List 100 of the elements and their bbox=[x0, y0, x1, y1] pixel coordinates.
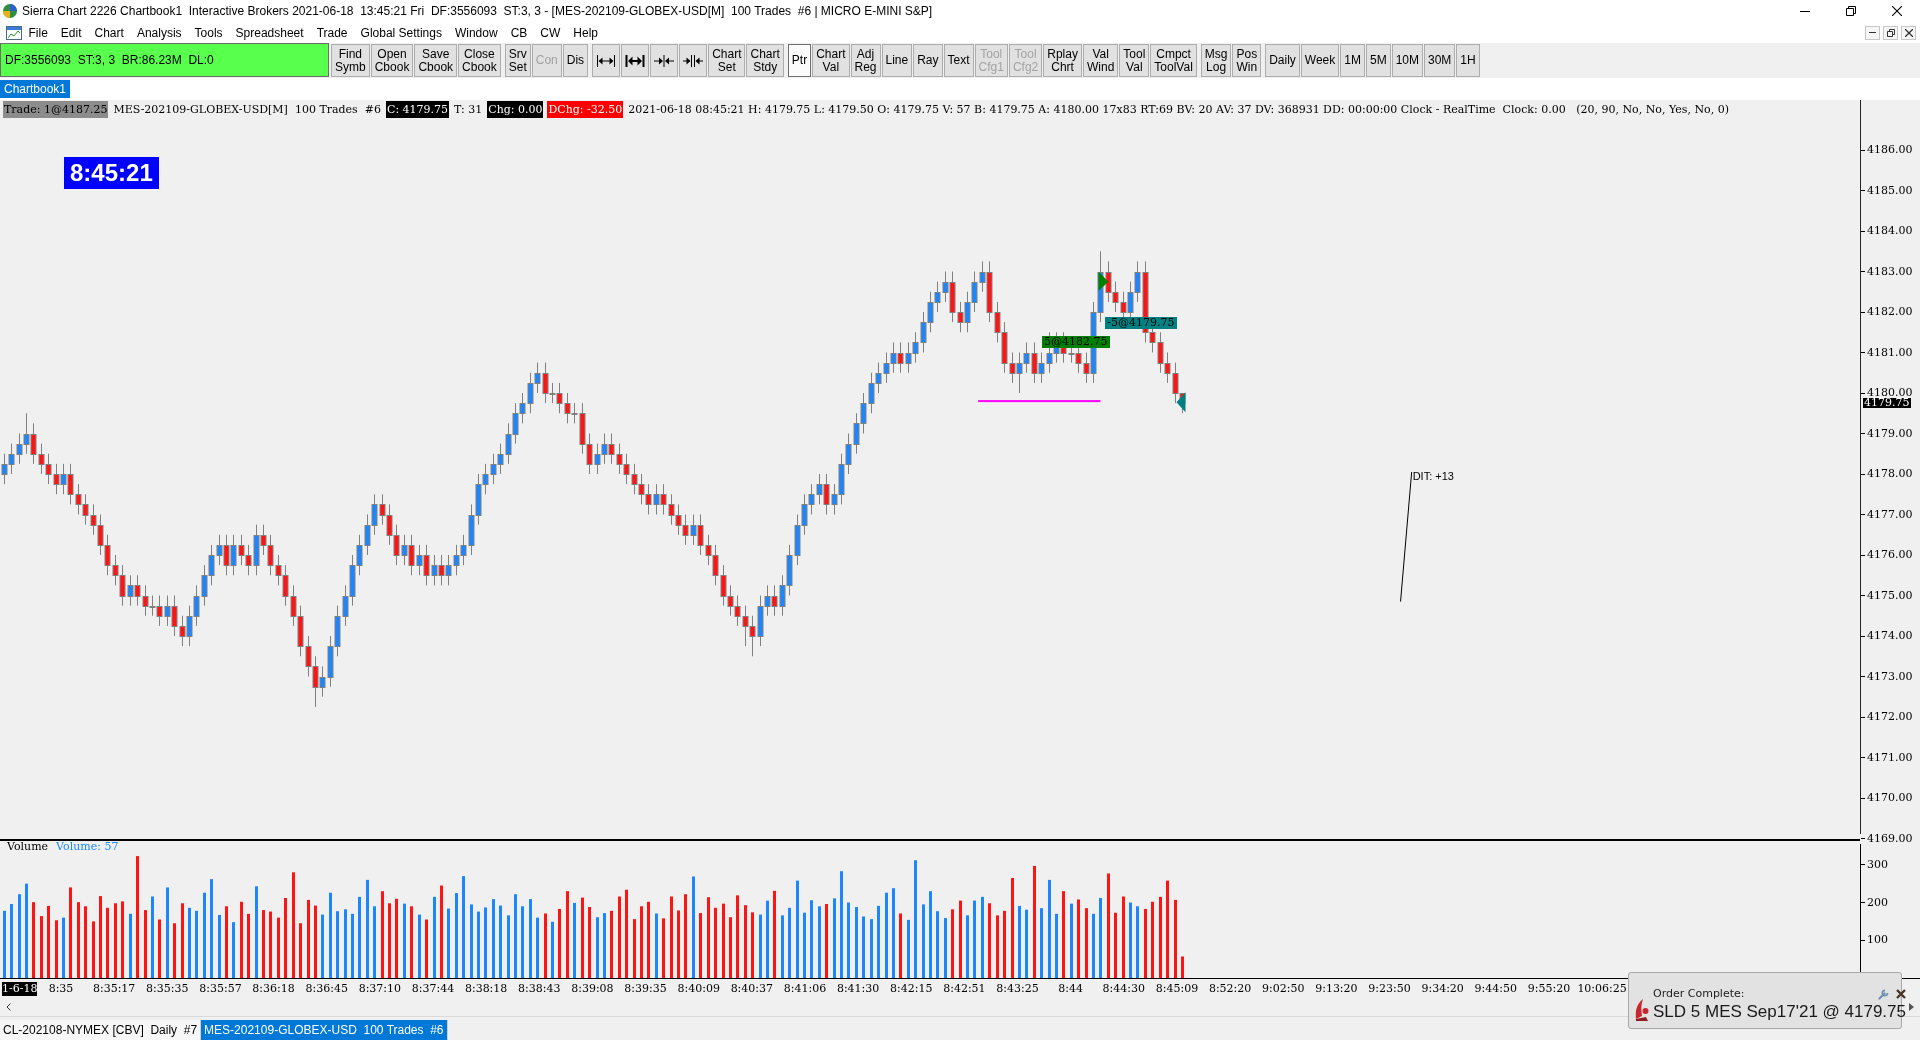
volume-bar bbox=[951, 909, 954, 978]
toolbar-button[interactable] bbox=[679, 44, 708, 77]
notification-title: Order Complete: bbox=[1653, 987, 1745, 1000]
volume-bar bbox=[1092, 913, 1095, 978]
toolbar-button[interactable]: Msg Log bbox=[1200, 44, 1232, 77]
chartbook-tab[interactable]: Chartbook1 bbox=[0, 80, 71, 98]
menu-item[interactable]: Trade bbox=[310, 24, 355, 41]
volume-bar bbox=[477, 911, 480, 978]
volume-bar bbox=[521, 906, 524, 978]
menu-item[interactable]: Tools bbox=[188, 24, 230, 41]
time-axis-label: 9:44:50 bbox=[1474, 981, 1517, 996]
toolbar-button[interactable]: Val Wind bbox=[1082, 44, 1119, 77]
wrench-icon[interactable] bbox=[1878, 987, 1890, 1000]
time-axis-label: 8:41:06 bbox=[783, 981, 827, 996]
toolbar-button[interactable]: 1H bbox=[1456, 44, 1480, 77]
menu-item[interactable]: Global Settings bbox=[354, 24, 449, 41]
toolbar-button[interactable]: Daily bbox=[1265, 44, 1300, 77]
volume-bar bbox=[507, 915, 510, 978]
toolbar-button[interactable]: 30M bbox=[1424, 44, 1456, 77]
toolbar-button[interactable]: Adj Reg bbox=[850, 44, 881, 77]
toolbar-button[interactable]: Chart Stdy bbox=[746, 44, 784, 77]
toolbar-button[interactable] bbox=[650, 44, 679, 77]
volume-bar bbox=[262, 910, 265, 978]
volume-bar bbox=[966, 915, 969, 978]
restore-icon[interactable] bbox=[1846, 6, 1856, 16]
volume-bar bbox=[425, 919, 428, 978]
chart-window-icon[interactable] bbox=[6, 25, 22, 40]
price-axis-label: 4173.00 bbox=[1861, 671, 1913, 682]
converging-arrows-double-line-icon[interactable] bbox=[683, 53, 704, 68]
menu-item[interactable]: File bbox=[22, 24, 55, 41]
time-axis-label: 8:40:09 bbox=[677, 981, 720, 996]
menu-item[interactable]: CW bbox=[533, 24, 567, 41]
minimize-icon[interactable] bbox=[1800, 10, 1810, 12]
price-axis-label: 4177.00 bbox=[1861, 509, 1913, 520]
child-minimize-button[interactable] bbox=[1865, 25, 1880, 40]
toolbar-button[interactable]: Save Cbook bbox=[414, 44, 458, 77]
toolbar-button[interactable]: Find Symb bbox=[331, 44, 370, 77]
time-axis-label: 8:44 bbox=[1058, 981, 1084, 996]
app-logo-icon bbox=[1633, 999, 1649, 1021]
volume-bar bbox=[936, 911, 939, 978]
time-axis-label: 10:06:25 bbox=[1577, 981, 1627, 996]
bold-width-arrows-icon[interactable] bbox=[625, 53, 646, 68]
volume-bar bbox=[62, 917, 65, 978]
toolbar-button[interactable]: Open Cbook bbox=[370, 44, 414, 77]
volume-bar bbox=[633, 919, 636, 978]
volume-bar bbox=[1114, 912, 1117, 978]
menu-item[interactable]: Window bbox=[448, 24, 505, 41]
toolbar-button[interactable]: Ptr bbox=[787, 44, 812, 77]
menu-item[interactable]: Chart bbox=[88, 24, 131, 41]
chart-info-text: Chg: 0.00 bbox=[487, 101, 544, 118]
time-axis-label: 8:38:43 bbox=[518, 981, 561, 996]
chart-tab[interactable]: CL-202108-NYMEX [CBV] Daily #7 bbox=[0, 1020, 202, 1040]
close-icon[interactable] bbox=[1892, 6, 1902, 16]
toolbar-button[interactable]: Dis bbox=[562, 44, 589, 77]
toolbar-button[interactable] bbox=[592, 44, 621, 77]
toolbar-button[interactable]: 5M bbox=[1365, 44, 1391, 77]
width-arrows-icon[interactable] bbox=[596, 53, 617, 68]
volume-bar bbox=[596, 917, 599, 978]
price-axis-label: 4174.00 bbox=[1861, 631, 1913, 641]
volume-bar bbox=[714, 907, 717, 978]
price-axis-label: 4171.00 bbox=[1861, 752, 1913, 763]
time-axis-label: 8:43:25 bbox=[996, 981, 1039, 996]
time-axis-label: 8:36:45 bbox=[305, 981, 348, 996]
toolbar-button[interactable]: Ray bbox=[913, 44, 943, 77]
menu-item[interactable]: Spreadsheet bbox=[229, 24, 311, 41]
chart-tab[interactable]: MES-202109-GLOBEX-USD 100 Trades #6 bbox=[201, 1020, 448, 1040]
toolbar-button[interactable]: Text bbox=[943, 44, 974, 77]
menu-item[interactable]: Analysis bbox=[130, 24, 189, 41]
volume-bar bbox=[447, 908, 450, 978]
toolbar-button[interactable]: Tool Val bbox=[1119, 44, 1150, 77]
toolbar-button[interactable]: 10M bbox=[1391, 44, 1423, 77]
volume-bar bbox=[232, 922, 235, 978]
toolbar-button[interactable]: Srv Set bbox=[504, 44, 531, 77]
toolbar-button[interactable]: Cmpct ToolVal bbox=[1150, 44, 1197, 77]
converging-arrows-icon[interactable] bbox=[654, 53, 675, 68]
menu-item[interactable]: Help bbox=[566, 24, 605, 41]
volume-bar bbox=[1040, 908, 1043, 978]
toolbar-button[interactable]: Pos Win bbox=[1232, 44, 1262, 77]
volume-bar bbox=[418, 914, 421, 978]
price-axis-label: 4175.00 bbox=[1861, 590, 1913, 601]
toolbar-button[interactable] bbox=[621, 44, 650, 77]
toolbar-button[interactable]: 1M bbox=[1340, 44, 1365, 77]
toolbar-button[interactable]: Chart Val bbox=[812, 44, 850, 77]
close-icon[interactable] bbox=[1896, 988, 1906, 999]
trade-label: 5@4182.75 bbox=[1042, 335, 1110, 348]
toolbar-button[interactable]: Week bbox=[1300, 44, 1340, 77]
triangle-right-icon[interactable] bbox=[1909, 1003, 1914, 1011]
chart-info-text: MES-202109-GLOBEX-USD[M] 100 Trades #6 bbox=[112, 102, 382, 118]
menu-item[interactable]: CB bbox=[504, 24, 534, 41]
volume-bar bbox=[870, 919, 873, 978]
toolbar-button[interactable]: Line bbox=[881, 44, 913, 77]
time-axis-label: 8:35 bbox=[48, 981, 74, 996]
volume-bar bbox=[640, 906, 643, 978]
menu-item[interactable]: Edit bbox=[54, 24, 89, 41]
toolbar-button[interactable]: Chart Set bbox=[708, 44, 746, 77]
toolbar-button[interactable]: Close Cbook bbox=[458, 44, 501, 77]
chevron-left-icon[interactable] bbox=[6, 1003, 11, 1011]
price-axis-label: 4186.00 bbox=[1861, 145, 1913, 155]
price-axis-label: 4176.00 bbox=[1861, 550, 1913, 560]
toolbar-button[interactable]: Rplay Chrt bbox=[1043, 44, 1082, 77]
